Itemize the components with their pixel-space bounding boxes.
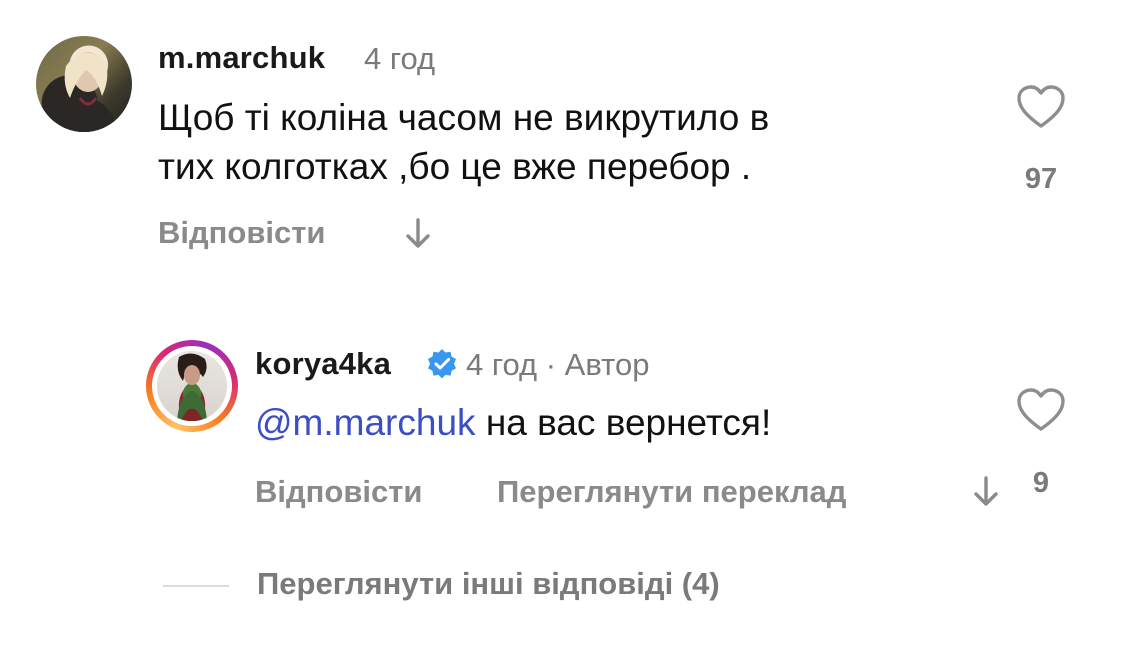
mention-link[interactable]: @m.marchuk <box>255 402 476 443</box>
heart-icon[interactable] <box>1016 387 1066 433</box>
down-arrow-icon[interactable] <box>402 216 434 252</box>
comment-text: @m.marchuk на вас вернется! <box>255 394 771 451</box>
view-more-replies-button[interactable]: Переглянути інші відповіді (4) <box>257 566 720 602</box>
verified-badge-icon <box>426 348 458 380</box>
comment-username[interactable]: m.marchuk <box>158 40 325 76</box>
comment-text-body: на вас вернется! <box>485 402 772 443</box>
view-translation-button[interactable]: Переглянути переклад <box>497 474 846 510</box>
reply-button[interactable]: Відповісти <box>255 474 423 510</box>
comment-timestamp: 4 год · Автор <box>466 347 650 382</box>
down-arrow-icon[interactable] <box>970 474 1002 510</box>
avatar-photo <box>177 353 207 421</box>
avatar[interactable] <box>36 36 132 132</box>
reply-button[interactable]: Відповісти <box>158 215 326 251</box>
avatar-photo <box>56 52 118 132</box>
comment-timestamp: 4 год <box>364 41 436 76</box>
comment-username[interactable]: korya4ka <box>255 346 391 382</box>
heart-icon[interactable] <box>1016 84 1066 130</box>
like-count: 97 <box>1024 163 1058 195</box>
avatar[interactable] <box>157 351 227 421</box>
comment-text-line: тих колготках ,бо це вже перебор . <box>158 146 752 187</box>
like-count: 9 <box>1032 467 1050 499</box>
replies-divider <box>163 585 229 587</box>
